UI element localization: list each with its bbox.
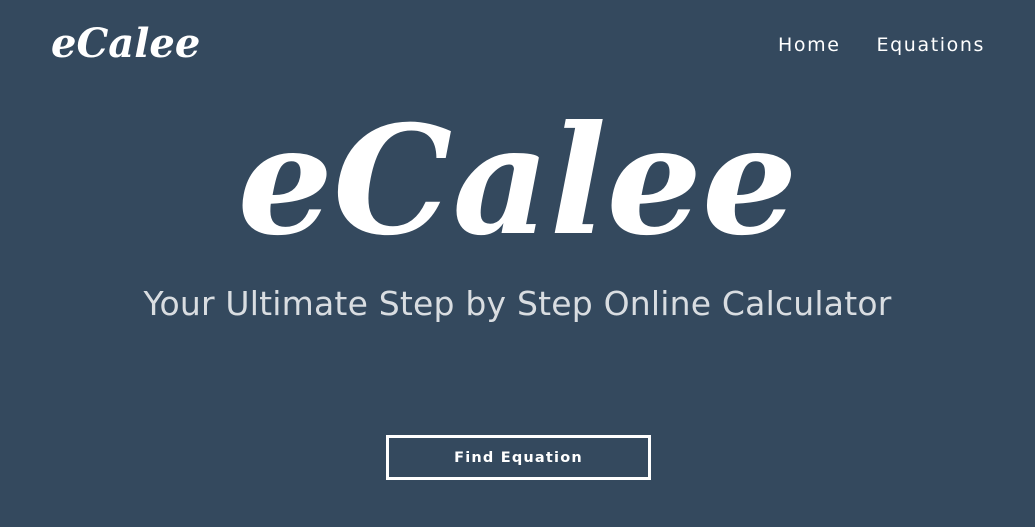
find-equation-button[interactable]: Find Equation [386,435,651,480]
hero-logo: eCalee [237,93,798,269]
nav-link-home[interactable]: Home [778,31,841,59]
brand-logo-link[interactable]: eCalee [51,16,200,72]
nav-links: Home Equations [778,31,985,59]
hero-tagline: Your Ultimate Step by Step Online Calcul… [143,284,892,323]
top-navbar: eCalee Home Equations [0,0,1035,92]
nav-link-equations[interactable]: Equations [877,31,985,59]
